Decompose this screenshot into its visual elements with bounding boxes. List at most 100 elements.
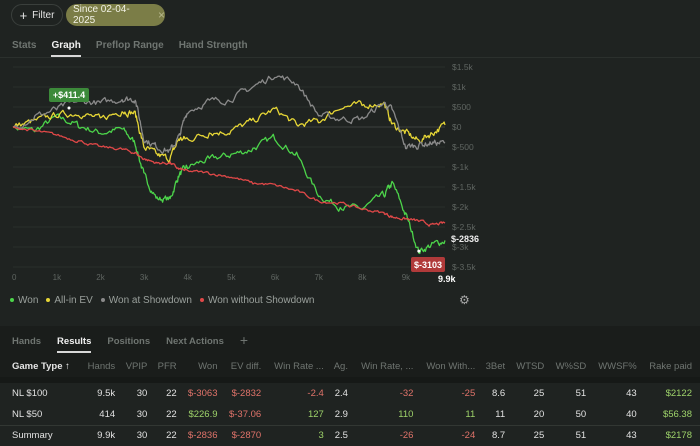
table-cell: 22 xyxy=(166,408,177,420)
table-cell: 414 xyxy=(99,408,116,420)
table-cell: 2.4 xyxy=(334,388,348,399)
min-label: $-3103 xyxy=(414,260,442,270)
add-tab-icon[interactable]: + xyxy=(240,332,248,348)
x-tick-label: 9k xyxy=(402,273,411,282)
y-tick-label: $1k xyxy=(452,82,466,92)
column-header[interactable]: 3Bet xyxy=(483,355,514,377)
series-line-won xyxy=(12,113,446,255)
y-tick-label: $-1k xyxy=(452,162,469,172)
max-point xyxy=(67,106,71,110)
column-header[interactable]: EV diff. xyxy=(225,355,270,377)
tab-stats[interactable]: Stats xyxy=(12,40,36,57)
table-cell: 11 xyxy=(495,408,506,420)
top-tabs: Stats Graph Preflop Range Hand Strength xyxy=(12,40,248,57)
table-cell: 50 xyxy=(575,408,587,420)
x-tick-label: 2k xyxy=(96,273,105,282)
date-filter-chip[interactable]: Since 02-04-2025 × xyxy=(66,4,165,26)
legend-all-in-ev[interactable]: All-in EV xyxy=(46,295,93,306)
column-header[interactable]: Ag. xyxy=(331,355,356,377)
column-header[interactable]: Won With... xyxy=(421,355,484,377)
legend-won-at-showdown[interactable]: Won at Showdown xyxy=(100,295,192,306)
table-cell: $-2832 xyxy=(231,388,262,399)
x-tick-label: 1k xyxy=(53,273,62,282)
close-icon[interactable]: × xyxy=(158,8,165,22)
y-tick-label: $-500 xyxy=(452,142,474,152)
y-tick-label: $0 xyxy=(452,122,462,132)
table-cell: -32 xyxy=(399,388,414,399)
y-tick-label: $-3.5k xyxy=(452,262,476,272)
table-cell: 40 xyxy=(626,408,637,420)
end-x-label: 9.9k xyxy=(438,274,457,284)
filter-button[interactable]: + Filter xyxy=(11,4,63,26)
x-tick-label: 8k xyxy=(358,273,367,282)
table-cell: $226.9 xyxy=(188,408,218,420)
x-tick-label: 6k xyxy=(271,273,280,282)
end-value-label: $-2836 xyxy=(451,234,479,244)
tab-next-actions[interactable]: Next Actions xyxy=(166,336,224,347)
table-row[interactable]: NL $50 414 30 22 $226.9 $-37.06 127 2.9 110 11 11 2… xyxy=(0,404,700,425)
table-cell: 9.5k xyxy=(97,388,116,399)
table-cell: 11 xyxy=(465,408,476,420)
table-cell: $2122 xyxy=(665,388,692,399)
table-cell: 8.6 xyxy=(491,388,506,399)
table-cell: $-37.06 xyxy=(228,408,262,420)
profit-graph: $1.5k $1k $500 $0 $-500 $-1k $-1.5k $-2k $-2.5k $… xyxy=(12,62,479,284)
max-label: +$411.4 xyxy=(53,90,85,100)
table-cell: 2.9 xyxy=(334,408,348,420)
plus-icon: + xyxy=(19,7,28,23)
column-header[interactable]: Win Rate ... xyxy=(269,355,332,377)
gear-icon[interactable]: ⚙ xyxy=(459,293,470,307)
tab-results[interactable]: Results xyxy=(57,336,92,353)
table-cell: $-3063 xyxy=(187,388,218,399)
table-cell: -2.4 xyxy=(307,388,324,399)
table-cell: NL $50 xyxy=(12,408,43,420)
y-tick-label: $-2.5k xyxy=(452,222,476,232)
tab-graph[interactable]: Graph xyxy=(51,40,81,57)
tab-hand-strength[interactable]: Hand Strength xyxy=(179,40,248,57)
min-point xyxy=(417,249,421,253)
column-header[interactable]: Rake paid xyxy=(644,355,700,377)
tab-hands[interactable]: Hands xyxy=(12,336,41,347)
column-header[interactable]: Win Rate, ... xyxy=(355,355,422,377)
table-cell: 30 xyxy=(136,388,148,399)
table-cell: 110 xyxy=(398,408,414,420)
series-line-all-in-ev xyxy=(12,100,446,164)
table-cell: 22 xyxy=(166,388,177,399)
column-header[interactable]: W%SD xyxy=(552,355,595,377)
table-cell: 127 xyxy=(307,408,324,420)
table-cell: 51 xyxy=(575,388,587,399)
x-tick-label: 3k xyxy=(140,273,149,282)
column-header[interactable]: PFR xyxy=(155,355,185,377)
series-line-won-without-showdown xyxy=(12,126,446,227)
x-tick-label: 4k xyxy=(184,273,193,282)
table-cell: 30 xyxy=(136,408,148,420)
filter-label: Filter xyxy=(32,9,55,21)
y-tick-label: $-1.5k xyxy=(452,182,476,192)
legend-won-without-showdown[interactable]: Won without Showdown xyxy=(199,295,315,306)
y-tick-label: $1.5k xyxy=(452,62,474,72)
bottom-tabs: Hands Results Positions Next Actions + xyxy=(12,332,248,353)
column-header[interactable]: VPIP xyxy=(123,355,156,377)
x-tick-label: 0 xyxy=(12,273,17,282)
x-tick-label: 7k xyxy=(314,273,323,282)
table-cell: 20 xyxy=(533,408,545,420)
y-tick-label: $-2k xyxy=(452,202,469,212)
column-header[interactable]: WWSF% xyxy=(594,355,645,377)
table-cell: 43 xyxy=(626,388,637,399)
table-cell: $56.38 xyxy=(662,408,692,420)
column-header[interactable]: Game Type ↑ xyxy=(0,355,85,377)
y-tick-label: $500 xyxy=(452,102,471,112)
table-cell: -25 xyxy=(461,388,476,399)
tab-positions[interactable]: Positions xyxy=(107,336,150,347)
results-table: Game Type ↑ Hands VPIP PFR Won EV diff. Win Ra… xyxy=(0,355,700,446)
table-cell: 25 xyxy=(533,388,545,399)
x-tick-label: 5k xyxy=(227,273,236,282)
chip-label: Since 02-04-2025 xyxy=(73,4,130,26)
column-header[interactable]: Won xyxy=(184,355,226,377)
table-cell: NL $100 xyxy=(12,388,48,399)
column-header[interactable]: WTSD xyxy=(513,355,553,377)
column-header[interactable]: Hands xyxy=(84,355,124,377)
table-row[interactable]: NL $100 9.5k 30 22 $-3063 $-2832 -2.4 2.4 -32 -25… xyxy=(0,383,700,404)
legend-won[interactable]: Won xyxy=(10,295,38,306)
tab-preflop-range[interactable]: Preflop Range xyxy=(96,40,164,57)
